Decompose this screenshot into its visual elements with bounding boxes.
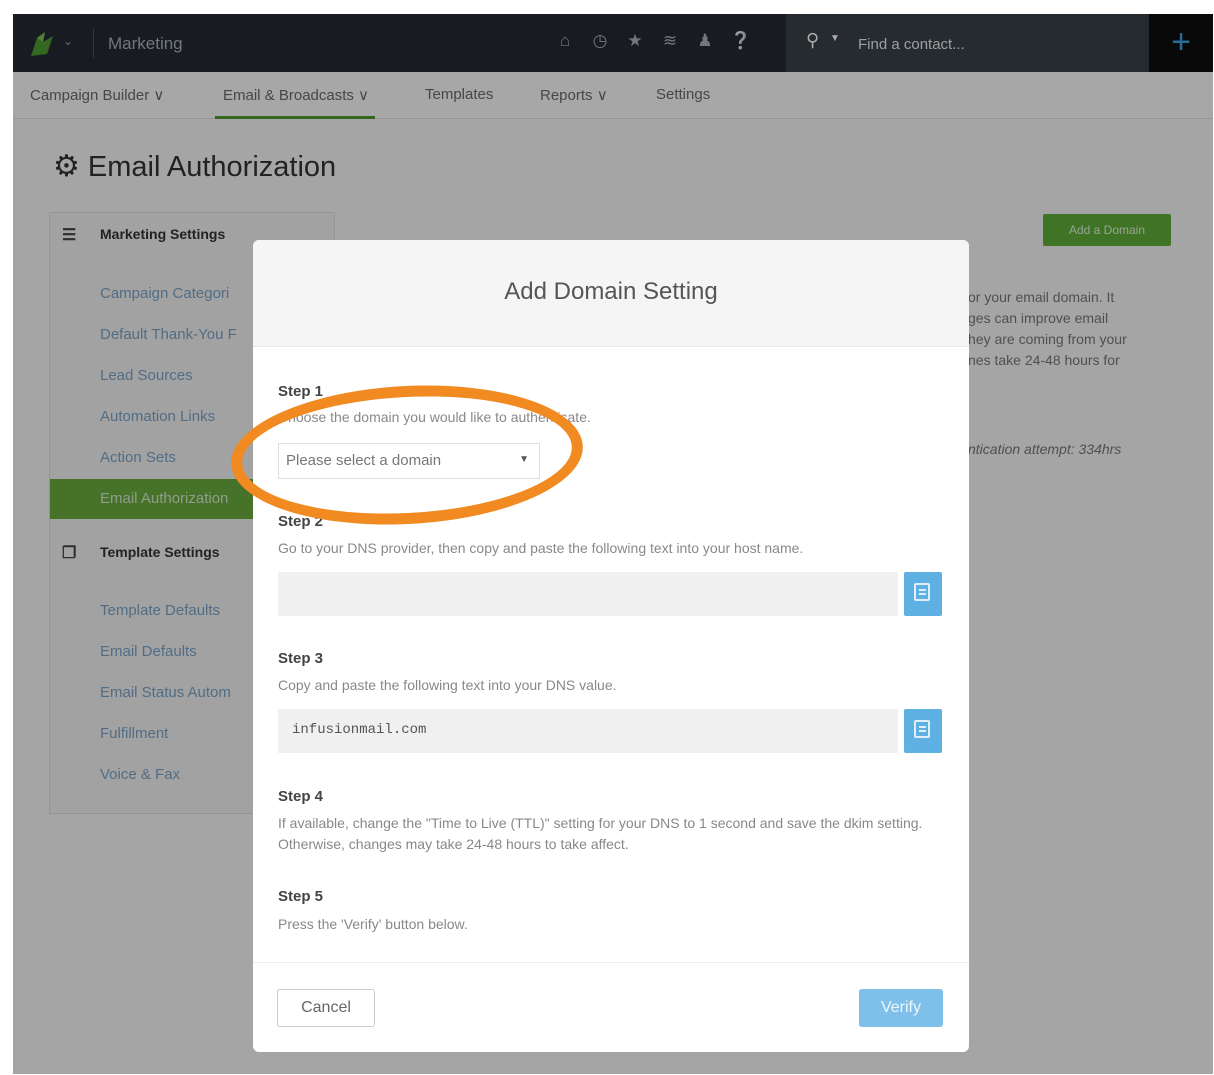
copy-icon xyxy=(914,720,930,738)
step5-title: Step 5 xyxy=(278,888,324,905)
step5-description: Press the 'Verify' button below. xyxy=(278,916,468,932)
step3-description: Copy and paste the following text into y… xyxy=(278,677,617,693)
step2-title: Step 2 xyxy=(278,513,324,530)
modal-header: Add Domain Setting xyxy=(253,240,969,347)
copy-icon xyxy=(914,583,930,601)
step2-description: Go to your DNS provider, then copy and p… xyxy=(278,540,804,556)
app-window: ⌄ Marketing ⌂ ◷ ★ ≋ ♟ ❔ ⚲ ▼ + Campaign B… xyxy=(13,14,1213,1074)
modal-title: Add Domain Setting xyxy=(504,278,718,305)
step3-title: Step 3 xyxy=(278,650,324,667)
dns-value-field[interactable]: infusionmail.com xyxy=(278,709,898,753)
domain-select[interactable]: Please select a domain ▼ xyxy=(278,443,540,479)
cancel-button[interactable]: Cancel xyxy=(277,989,375,1027)
copy-dns-value-button[interactable] xyxy=(904,709,942,753)
copy-host-name-button[interactable] xyxy=(904,572,942,616)
step4-description: If available, change the "Time to Live (… xyxy=(278,815,923,852)
add-domain-modal: Add Domain Setting Step 1 Choose the dom… xyxy=(253,240,969,1052)
domain-select-value: Please select a domain xyxy=(286,452,442,469)
verify-button[interactable]: Verify xyxy=(859,989,943,1027)
step4-title: Step 4 xyxy=(278,788,324,805)
step1-description: Choose the domain you would like to auth… xyxy=(278,409,591,425)
dns-value: infusionmail.com xyxy=(292,722,427,738)
host-name-field[interactable] xyxy=(278,572,898,616)
modal-footer: Cancel Verify xyxy=(253,962,969,1052)
step1-title: Step 1 xyxy=(278,383,324,400)
caret-down-icon: ▼ xyxy=(519,454,529,465)
